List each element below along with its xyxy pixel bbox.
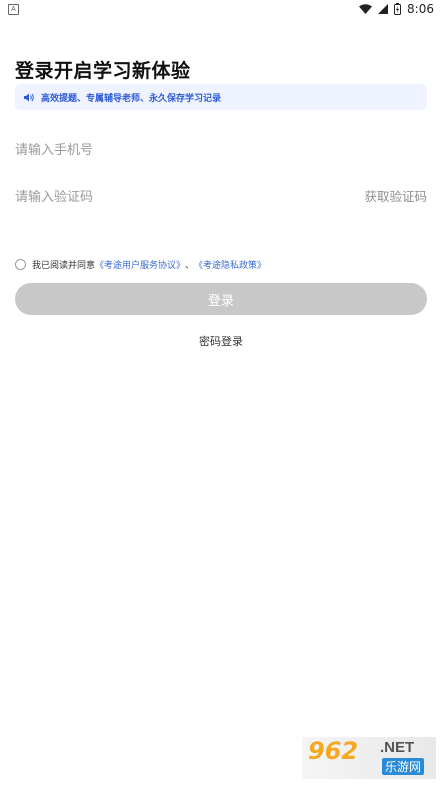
app-badge-icon: A	[8, 4, 19, 15]
agreement-row: 我已阅读并同意 《考途用户服务协议》 、 《考途隐私政策》	[15, 258, 266, 271]
user-agreement-link[interactable]: 《考途用户服务协议》	[95, 258, 185, 271]
battery-icon	[394, 3, 402, 15]
status-right: 8:06	[359, 2, 434, 16]
code-input[interactable]: 请输入验证码 获取验证码	[15, 183, 427, 207]
agree-radio[interactable]	[15, 259, 26, 270]
wifi-icon	[359, 4, 373, 14]
password-login-link[interactable]: 密码登录	[0, 333, 442, 349]
phone-placeholder: 请输入手机号	[15, 142, 94, 158]
watermark-number: 962	[308, 737, 359, 765]
code-placeholder: 请输入验证码	[15, 189, 94, 205]
page-title: 登录开启学习新体验	[15, 60, 191, 82]
privacy-policy-link[interactable]: 《考途隐私政策》	[194, 258, 266, 271]
agreement-separator: 、	[185, 261, 195, 271]
signal-icon	[378, 4, 389, 14]
watermark: 962 .NET 乐游网	[302, 737, 436, 779]
login-button[interactable]: 登录	[15, 283, 427, 315]
status-bar: A 8:06	[0, 0, 442, 18]
status-time: 8:06	[407, 2, 434, 16]
notice-text: 高效提题、专属辅导老师、永久保存学习记录	[41, 93, 222, 104]
get-code-button[interactable]: 获取验证码	[364, 186, 427, 205]
agreement-prefix: 我已阅读并同意	[32, 261, 96, 271]
watermark-domain: .NET	[380, 739, 415, 756]
notice-banner: 高效提题、专属辅导老师、永久保存学习记录	[15, 84, 427, 110]
phone-input[interactable]: 请输入手机号	[15, 136, 427, 160]
speaker-icon	[24, 93, 35, 102]
watermark-site: 乐游网	[382, 758, 425, 775]
